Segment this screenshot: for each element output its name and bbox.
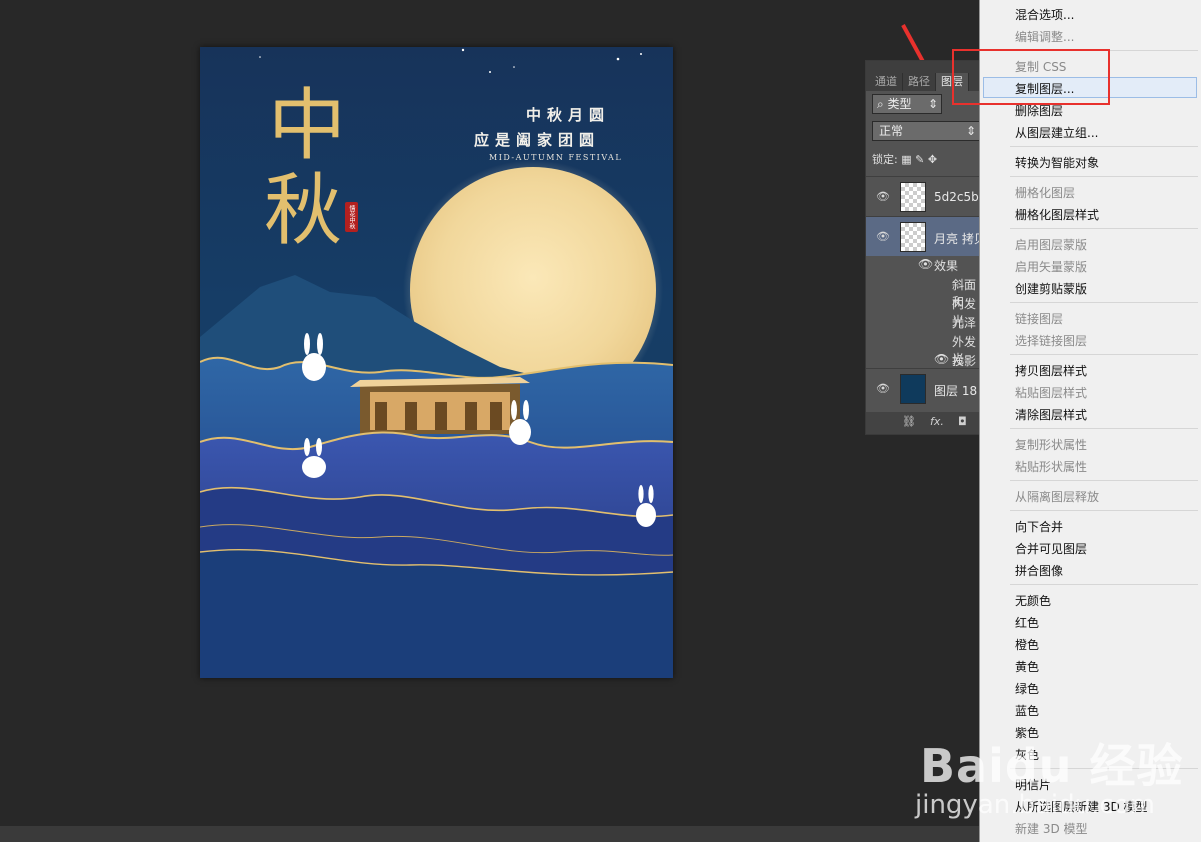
menu-item-convert-smart-object[interactable]: 转换为智能对象 (1015, 154, 1099, 171)
menu-item-paste-shape-attrs[interactable]: 粘贴形状属性 (1015, 458, 1087, 475)
chevron-updown-icon: ⇕ (965, 124, 976, 138)
slogan-line-2: 应是阖家团圆 (474, 131, 601, 149)
menu-item-blending-options[interactable]: 混合选项... (1015, 6, 1074, 23)
menu-item-green[interactable]: 绿色 (1015, 680, 1039, 697)
menu-item-group-from-layers[interactable]: 从图层建立组... (1015, 124, 1098, 141)
menu-item-edit-adjustment[interactable]: 编辑调整... (1015, 28, 1074, 45)
layer-row-selected[interactable]: 👁 月亮 拷贝 (866, 216, 981, 256)
menu-item-copy-layer-style[interactable]: 拷贝图层样式 (1015, 362, 1087, 379)
red-highlight-box (952, 49, 1110, 105)
menu-item-paste-layer-style[interactable]: 粘贴图层样式 (1015, 384, 1087, 401)
menu-item-link-layers[interactable]: 链接图层 (1015, 310, 1063, 327)
layer-filter-select[interactable]: ⌕ 类型 ⇕ (872, 94, 942, 114)
panel-bottom-bar: ⛓ fx. ◘ (866, 412, 981, 434)
effect-item[interactable]: 光泽 (952, 314, 976, 331)
baidu-watermark: Baidu 经验 (920, 739, 1184, 793)
link-icon[interactable]: ⛓ (902, 415, 916, 428)
menu-item-yellow[interactable]: 黄色 (1015, 658, 1039, 675)
poster-title-zhong: 中 (268, 81, 349, 171)
effect-eye-icon[interactable]: 👁 (934, 352, 949, 366)
menu-item-release-isolation[interactable]: 从隔离图层释放 (1015, 488, 1099, 505)
menu-item-merge-visible[interactable]: 合并可见图层 (1015, 540, 1087, 557)
menu-item-red[interactable]: 红色 (1015, 614, 1039, 631)
menu-item-copy-shape-attrs[interactable]: 复制形状属性 (1015, 436, 1087, 453)
lock-paint-icon[interactable]: ✎ (915, 153, 924, 166)
layer-thumbnail (900, 222, 926, 252)
effect-eye-icon[interactable]: 👁 (918, 257, 933, 271)
menu-item-flatten-image[interactable]: 拼合图像 (1015, 562, 1063, 579)
eye-icon[interactable]: 👁 (876, 382, 890, 395)
eye-icon[interactable]: 👁 (876, 190, 890, 203)
slogan-english: MID-AUTUMN FESTIVAL (489, 153, 623, 162)
menu-item-new-3d-model[interactable]: 新建 3D 模型 (1015, 820, 1088, 837)
layer-name: 图层 18 (934, 384, 978, 398)
lock-transparency-icon[interactable]: ▦ (901, 153, 911, 166)
lock-row: 锁定: ▦ ✎ ✥ (872, 151, 937, 167)
canvas-document[interactable]: 中 秋 情花中秋 中秋月圆 应是阖家团圆 MID-AUTUMN FESTIVAL (200, 47, 673, 678)
menu-item-enable-layer-mask[interactable]: 启用图层蒙版 (1015, 236, 1087, 253)
layer-thumbnail (900, 374, 926, 404)
lock-move-icon[interactable]: ✥ (928, 153, 937, 166)
menu-item-merge-down[interactable]: 向下合并 (1015, 518, 1063, 535)
menu-item-clear-layer-style[interactable]: 清除图层样式 (1015, 406, 1087, 423)
menu-item-select-linked[interactable]: 选择链接图层 (1015, 332, 1087, 349)
mask-icon[interactable]: ◘ (958, 415, 967, 428)
fx-icon[interactable]: fx. (930, 415, 944, 428)
menu-item-orange[interactable]: 橙色 (1015, 636, 1039, 653)
poster-title-qiu: 秋 (264, 166, 345, 256)
effects-label: 效果 (934, 259, 959, 273)
layer-thumbnail (900, 182, 926, 212)
menu-item-enable-vector-mask[interactable]: 启用矢量蒙版 (1015, 258, 1087, 275)
tab-paths[interactable]: 路径 (903, 73, 936, 91)
layer-name: 月亮 拷贝 (934, 232, 980, 246)
effect-item[interactable]: 投影 (952, 352, 976, 369)
context-menu: 混合选项... 编辑调整... 复制 CSS 复制图层... 删除图层 从图层建… (979, 0, 1201, 842)
baidu-watermark-url: jingyan.baidu.com (915, 790, 1155, 820)
filter-label: 类型 (887, 97, 912, 111)
slogan-line-1: 中秋月圆 (526, 106, 611, 124)
menu-item-no-color[interactable]: 无颜色 (1015, 592, 1051, 609)
blend-mode-value: 正常 (879, 124, 904, 138)
menu-item-clipping-mask[interactable]: 创建剪贴蒙版 (1015, 280, 1087, 297)
menu-item-blue[interactable]: 蓝色 (1015, 702, 1039, 719)
eye-icon[interactable]: 👁 (876, 230, 890, 243)
chevron-updown-icon: ⇕ (927, 97, 938, 111)
blend-mode-select[interactable]: 正常 ⇕ (872, 121, 980, 141)
tab-channels[interactable]: 通道 (870, 73, 903, 91)
layers-panel: 通道 路径 图层 ⌕ 类型⇕ 正常⇕ 锁定: ▦ ✎ ✥ 👁 5d2c5b8 👁… (865, 60, 981, 435)
search-icon: ⌕ (877, 97, 888, 111)
red-seal: 情花中秋 (345, 202, 358, 232)
menu-item-rasterize-style[interactable]: 栅格化图层样式 (1015, 206, 1099, 223)
layer-row[interactable]: 👁 图层 18 (866, 368, 981, 408)
lock-label: 锁定: (872, 153, 898, 166)
layer-name: 5d2c5b8 (934, 190, 980, 204)
layer-row[interactable]: 👁 5d2c5b8 (866, 176, 981, 216)
status-bar (0, 826, 979, 842)
pavilion (350, 377, 530, 434)
stars (259, 48, 642, 73)
menu-item-rasterize-layer[interactable]: 栅格化图层 (1015, 184, 1075, 201)
